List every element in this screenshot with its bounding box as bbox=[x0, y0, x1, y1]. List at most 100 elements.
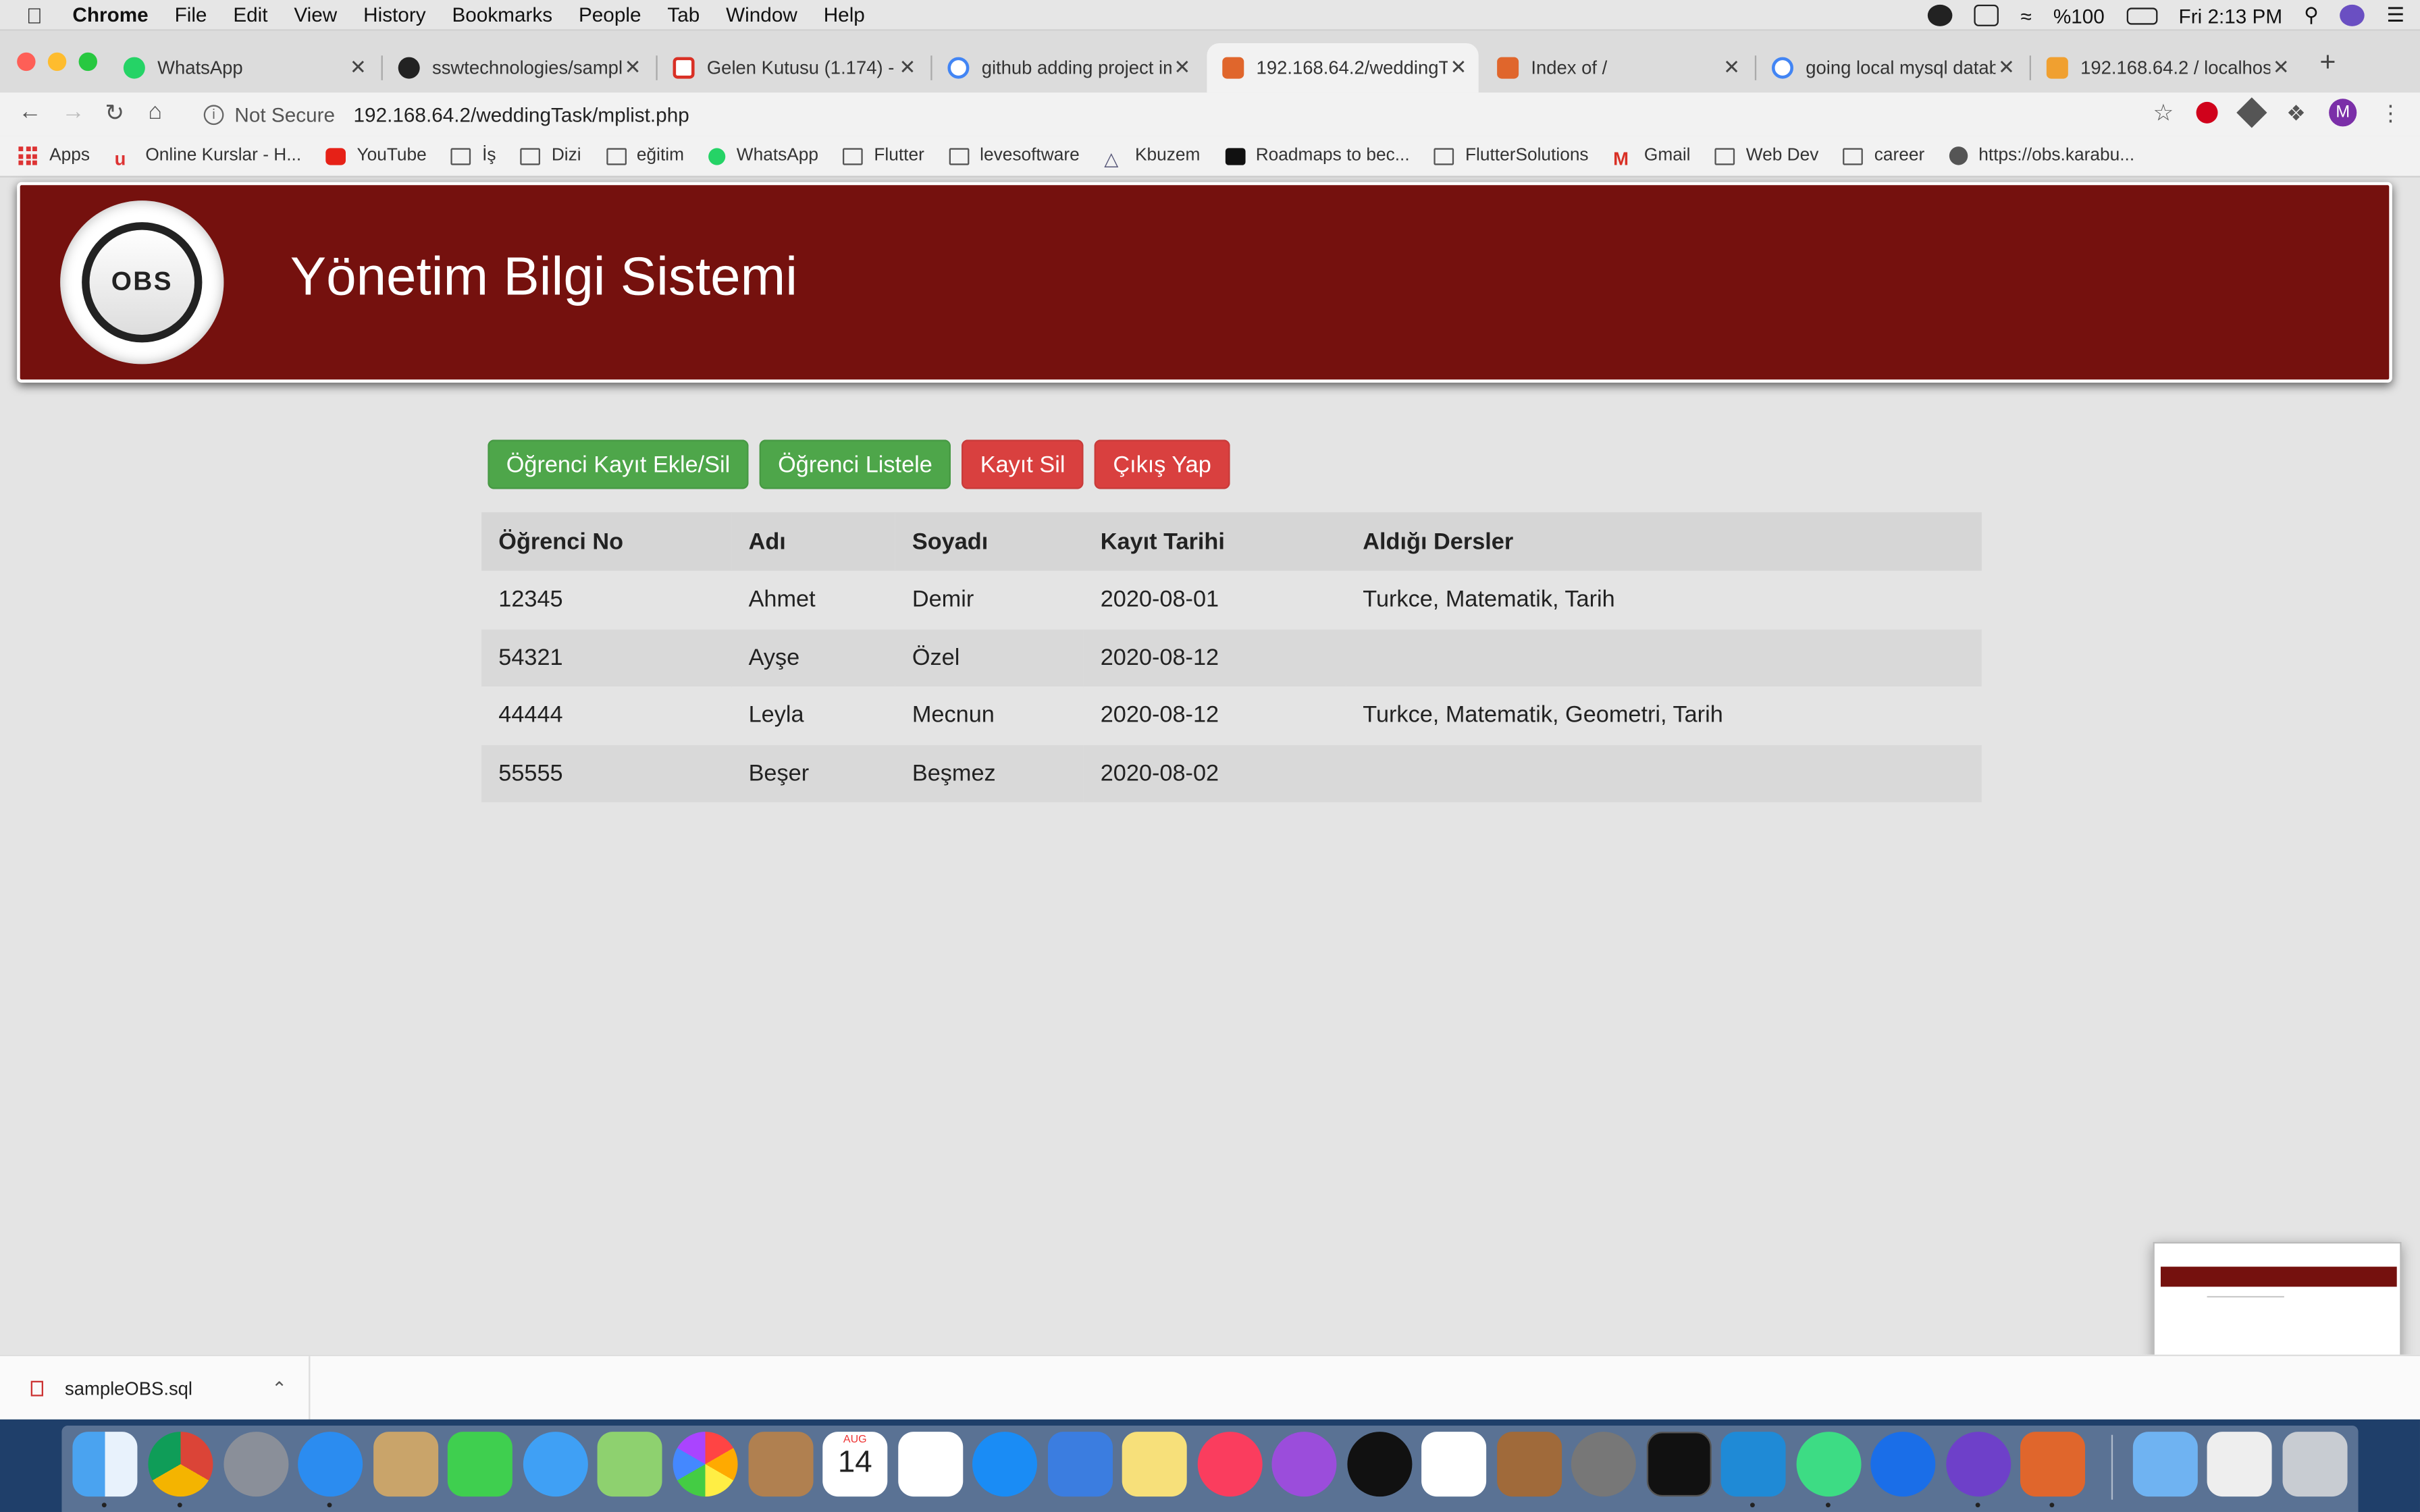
bitwarden-status-icon[interactable] bbox=[1928, 4, 1953, 26]
clock[interactable]: Fri 2:13 PM bbox=[2179, 4, 2283, 27]
menu-edit[interactable]: Edit bbox=[233, 3, 267, 26]
music-icon[interactable] bbox=[1197, 1432, 1263, 1497]
bookmark-folder-flutter[interactable]: Flutter bbox=[843, 146, 924, 165]
screen-mirror-icon[interactable] bbox=[1974, 4, 1999, 26]
bookmark-roadmaps[interactable]: Roadmaps to bec... bbox=[1224, 146, 1410, 165]
bookmark-kbuzem[interactable]: △ Kbuzem bbox=[1104, 146, 1200, 169]
menu-app-name[interactable]: Chrome bbox=[72, 3, 148, 26]
close-tab-icon[interactable]: ✕ bbox=[622, 55, 643, 80]
profile-avatar[interactable]: M bbox=[2329, 99, 2357, 127]
list-students-button[interactable]: Öğrenci Listele bbox=[759, 439, 951, 489]
mail-stamp-icon[interactable] bbox=[373, 1432, 439, 1497]
app-store-icon[interactable] bbox=[972, 1432, 1037, 1497]
new-tab-icon[interactable]: + bbox=[2319, 47, 2336, 79]
numbers-icon[interactable] bbox=[1421, 1432, 1487, 1497]
photos-icon[interactable] bbox=[673, 1432, 738, 1497]
safari-icon[interactable] bbox=[298, 1432, 363, 1497]
bookmark-folder-is[interactable]: İş bbox=[451, 146, 496, 165]
system-preferences-icon[interactable] bbox=[1571, 1432, 1636, 1497]
podcasts-icon[interactable] bbox=[1271, 1432, 1337, 1497]
calendar-icon[interactable]: AUG 14 bbox=[822, 1432, 888, 1497]
color-picker-extension-icon[interactable] bbox=[2237, 97, 2268, 128]
github-desktop-icon[interactable] bbox=[1946, 1432, 2011, 1497]
menu-people[interactable]: People bbox=[579, 3, 641, 26]
bookmark-folder-webdev[interactable]: Web Dev bbox=[1715, 146, 1818, 165]
bookmark-obs-karabuk[interactable]: https://obs.karabu... bbox=[1949, 146, 2134, 165]
bookmark-online-kurslar[interactable]: u Online Kurslar - H... bbox=[115, 146, 302, 169]
chrome-menu-icon[interactable]: ⋮ bbox=[2380, 99, 2402, 126]
adblock-extension-icon[interactable] bbox=[2197, 101, 2219, 124]
tab-active-weddingtask[interactable]: 192.168.64.2/weddingTa ✕ bbox=[1207, 43, 1479, 93]
bookmark-whatsapp[interactable]: WhatsApp bbox=[708, 146, 818, 165]
menu-view[interactable]: View bbox=[294, 3, 337, 26]
close-tab-icon[interactable]: ✕ bbox=[1995, 55, 2017, 80]
close-tab-icon[interactable]: ✕ bbox=[1721, 55, 1743, 80]
add-student-button[interactable]: Öğrenci Kayıt Ekle/Sil bbox=[488, 439, 749, 489]
facetime-icon[interactable] bbox=[447, 1432, 512, 1497]
tab-google-mysql[interactable]: going local mysql databa ✕ bbox=[1756, 43, 2026, 92]
maps-icon[interactable] bbox=[597, 1432, 662, 1497]
bookmark-star-icon[interactable]: ☆ bbox=[2153, 99, 2174, 127]
chrome-icon[interactable] bbox=[148, 1432, 213, 1497]
xampp-icon[interactable] bbox=[2020, 1432, 2085, 1497]
bookmark-folder-dizi[interactable]: Dizi bbox=[521, 146, 581, 165]
bookmark-gmail[interactable]: M Gmail bbox=[1613, 146, 1690, 169]
close-tab-icon[interactable]: ✕ bbox=[897, 55, 918, 80]
zoom-window-button[interactable] bbox=[78, 52, 97, 72]
android-studio-icon[interactable] bbox=[1796, 1432, 1862, 1497]
tab-phpmyadmin[interactable]: 192.168.64.2 / localhost ✕ bbox=[2031, 43, 2301, 92]
close-tab-icon[interactable]: ✕ bbox=[347, 55, 369, 80]
site-info-icon[interactable]: i bbox=[203, 104, 224, 124]
downloads-folder-icon[interactable] bbox=[2132, 1432, 2198, 1497]
recent-document-icon[interactable] bbox=[2207, 1432, 2272, 1497]
spotlight-icon[interactable]: ⚲ bbox=[2304, 3, 2319, 28]
siri-icon[interactable] bbox=[2340, 4, 2365, 26]
control-center-icon[interactable]: ☰ bbox=[2386, 3, 2404, 28]
address-bar[interactable]: i Not Secure 192.168.64.2/weddingTask/mp… bbox=[190, 96, 2196, 133]
url-text[interactable]: 192.168.64.2/weddingTask/mplist.php bbox=[354, 103, 689, 126]
tab-google-github[interactable]: github adding project im ✕ bbox=[932, 43, 1203, 92]
menu-tab[interactable]: Tab bbox=[667, 3, 700, 26]
bookmark-folder-fluttersolutions[interactable]: FlutterSolutions bbox=[1434, 146, 1589, 165]
messages-icon[interactable] bbox=[523, 1432, 588, 1497]
close-tab-icon[interactable]: ✕ bbox=[1448, 55, 1469, 80]
contacts-icon[interactable] bbox=[748, 1432, 814, 1497]
garageband-icon[interactable] bbox=[1497, 1432, 1562, 1497]
sourcetree-icon[interactable] bbox=[1870, 1432, 1936, 1497]
close-tab-icon[interactable]: ✕ bbox=[1172, 55, 1193, 80]
close-window-button[interactable] bbox=[17, 52, 36, 72]
menu-history[interactable]: History bbox=[363, 3, 425, 26]
menu-bookmarks[interactable]: Bookmarks bbox=[452, 3, 552, 26]
delete-record-button[interactable]: Kayıt Sil bbox=[962, 439, 1084, 489]
tab-github[interactable]: sswtechnologies/sample ✕ bbox=[383, 43, 653, 92]
bookmark-folder-levesoftware[interactable]: levesoftware bbox=[949, 146, 1080, 165]
bookmark-youtube[interactable]: YouTube bbox=[325, 146, 427, 165]
tab-gmail[interactable]: Gelen Kutusu (1.174) - le ✕ bbox=[658, 43, 928, 92]
reload-icon[interactable]: ↻ bbox=[105, 99, 124, 127]
tab-index-of[interactable]: Index of / ✕ bbox=[1481, 43, 1752, 92]
download-item[interactable]: sampleOBS.sql ⌃ bbox=[0, 1356, 311, 1422]
battery-icon[interactable] bbox=[2126, 7, 2157, 24]
bookmark-apps[interactable]: Apps bbox=[18, 146, 90, 165]
wifi-icon[interactable]: ≈ bbox=[2021, 4, 2032, 27]
vscode-icon[interactable] bbox=[1720, 1432, 1786, 1497]
battery-percent[interactable]: %100 bbox=[2053, 4, 2105, 27]
home-icon[interactable]: ⌂ bbox=[148, 99, 162, 125]
notes-icon[interactable] bbox=[1122, 1432, 1187, 1497]
apple-tv-icon[interactable] bbox=[1347, 1432, 1413, 1497]
logout-button[interactable]: Çıkış Yap bbox=[1094, 439, 1230, 489]
reminders-icon[interactable] bbox=[898, 1432, 964, 1497]
menu-window[interactable]: Window bbox=[726, 3, 797, 26]
apple-icon[interactable]:  bbox=[26, 2, 51, 27]
chevron-up-icon[interactable]: ⌃ bbox=[271, 1378, 287, 1399]
menu-help[interactable]: Help bbox=[824, 3, 865, 26]
extensions-puzzle-icon[interactable]: ❖ bbox=[2286, 99, 2306, 126]
forward-icon[interactable]: → bbox=[61, 99, 84, 125]
trash-icon[interactable] bbox=[2282, 1432, 2348, 1497]
close-tab-icon[interactable]: ✕ bbox=[2270, 55, 2292, 80]
back-icon[interactable]: ← bbox=[18, 99, 41, 125]
bookmark-folder-egitim[interactable]: eğitim bbox=[606, 146, 684, 165]
launchpad-icon[interactable] bbox=[223, 1432, 289, 1497]
xcode-icon[interactable] bbox=[1047, 1432, 1113, 1497]
menu-file[interactable]: File bbox=[175, 3, 207, 26]
